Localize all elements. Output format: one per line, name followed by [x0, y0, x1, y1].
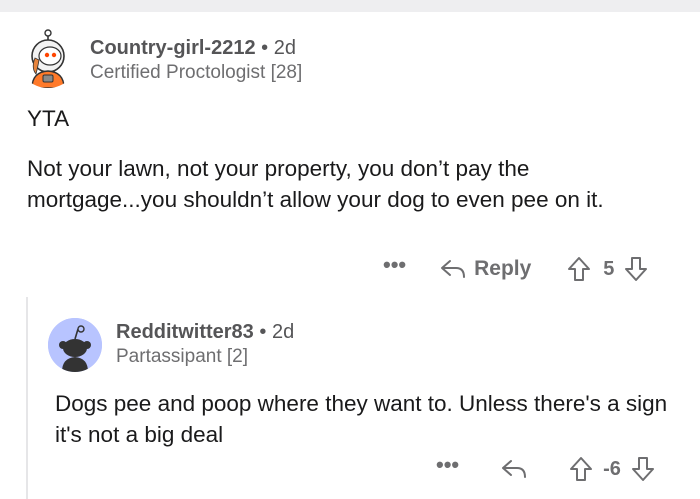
comment-actions: ••• -6: [436, 454, 655, 484]
astronaut-snoo-avatar-icon: [31, 29, 65, 88]
top-divider-strip: [0, 0, 700, 12]
upvote-arrow-icon[interactable]: [569, 456, 593, 482]
meta-separator: •: [261, 37, 269, 59]
more-options-button[interactable]: •••: [383, 254, 406, 276]
user-flair: Certified Proctologist [28]: [90, 62, 303, 83]
vote-score: 5: [603, 257, 615, 280]
user-flair: Partassipant [2]: [116, 346, 249, 367]
user-avatar[interactable]: [48, 318, 102, 372]
comment-author[interactable]: Country-girl-2212 • 2d: [90, 37, 296, 60]
comment-age: 2d: [271, 321, 295, 343]
comment-age: 2d: [273, 37, 296, 59]
author-name[interactable]: Country-girl-2212: [90, 37, 256, 59]
user-avatar[interactable]: [18, 28, 78, 88]
reply-button[interactable]: Reply: [440, 257, 531, 281]
vote-score: -6: [603, 457, 621, 480]
comment-author[interactable]: Redditwitter83 • 2d: [116, 321, 294, 344]
author-name[interactable]: Redditwitter83: [116, 321, 254, 343]
more-options-button[interactable]: •••: [436, 454, 459, 476]
downvote-arrow-icon[interactable]: [624, 256, 648, 282]
thread-line[interactable]: [26, 297, 28, 499]
reply-arrow-icon: [441, 260, 466, 278]
reply-arrow-icon[interactable]: [501, 458, 527, 480]
comment-body-paragraph: Dogs pee and poop where they want to. Un…: [55, 391, 668, 447]
meta-separator: •: [259, 321, 267, 343]
default-snoo-avatar-icon: [48, 318, 102, 372]
upvote-arrow-icon[interactable]: [567, 256, 591, 282]
comment-body-line: YTA: [27, 106, 70, 131]
comment-body-paragraph: Not your lawn, not your property, you do…: [27, 156, 604, 212]
downvote-arrow-icon[interactable]: [631, 456, 655, 482]
reply-label: Reply: [474, 257, 532, 280]
comment-actions: ••• Reply 5: [383, 254, 648, 284]
